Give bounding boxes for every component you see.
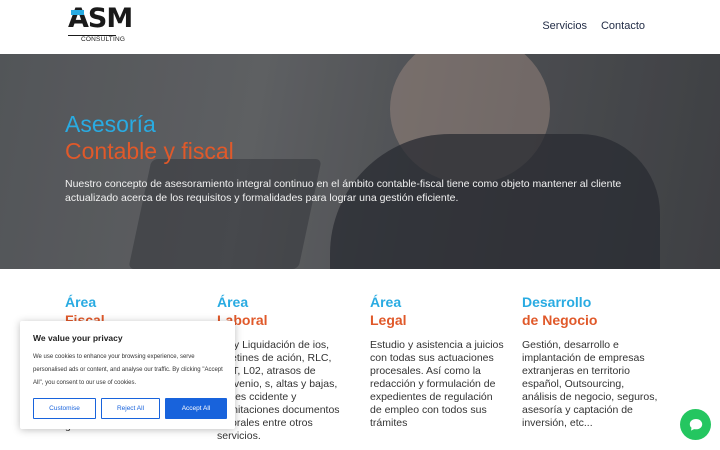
service-title: Área: [65, 294, 97, 310]
service-description: ulo y Liquidación de ios, boletines de a…: [217, 339, 340, 442]
customise-button[interactable]: Customise: [33, 398, 96, 419]
site-header: ASM CONSULTING Servicios Contacto: [0, 0, 720, 54]
logo-accent: [71, 10, 84, 15]
hero-title-line1: Asesoría: [65, 111, 156, 137]
hero-banner: Asesoría Contable y fiscal Nuestro conce…: [0, 54, 720, 269]
service-title: Área: [217, 294, 249, 310]
hero-description: Nuestro concepto de asesoramiento integr…: [65, 178, 622, 204]
service-description: Estudio y asistencia a juicios con todas…: [370, 339, 504, 429]
service-title: Área: [370, 294, 402, 310]
cookie-description: We use cookies to enhance your browsing …: [33, 354, 223, 386]
service-subtitle: Legal: [370, 312, 407, 328]
nav-servicios[interactable]: Servicios: [542, 20, 587, 32]
service-laboral: Área Laboral ulo y Liquidación de ios, b…: [217, 293, 352, 443]
service-legal: Área Legal Estudio y asistencia a juicio…: [370, 293, 505, 430]
asm-logo[interactable]: ASM CONSULTING: [68, 4, 133, 48]
service-title: Desarrollo: [522, 294, 592, 310]
cookie-consent-banner: We value your privacy We use cookies to …: [20, 321, 235, 429]
reject-all-button[interactable]: Reject All: [101, 398, 160, 419]
service-subtitle: Laboral: [217, 312, 268, 328]
logo-text: ASM: [68, 3, 133, 34]
chat-button[interactable]: [680, 409, 711, 440]
nav-contacto[interactable]: Contacto: [601, 20, 645, 32]
service-subtitle: de Negocio: [522, 312, 598, 328]
chat-bubble-icon: [689, 418, 702, 431]
service-description: Gestión, desarrollo e implantación de em…: [522, 339, 658, 429]
cookie-title: We value your privacy: [33, 333, 123, 343]
main-nav: Servicios Contacto: [542, 20, 645, 32]
hero-title-line2: Contable y fiscal: [65, 138, 234, 164]
service-negocio: Desarrollo de Negocio Gestión, desarroll…: [522, 293, 660, 430]
accept-all-button[interactable]: Accept All: [165, 398, 227, 419]
logo-subtext: CONSULTING: [81, 36, 126, 43]
